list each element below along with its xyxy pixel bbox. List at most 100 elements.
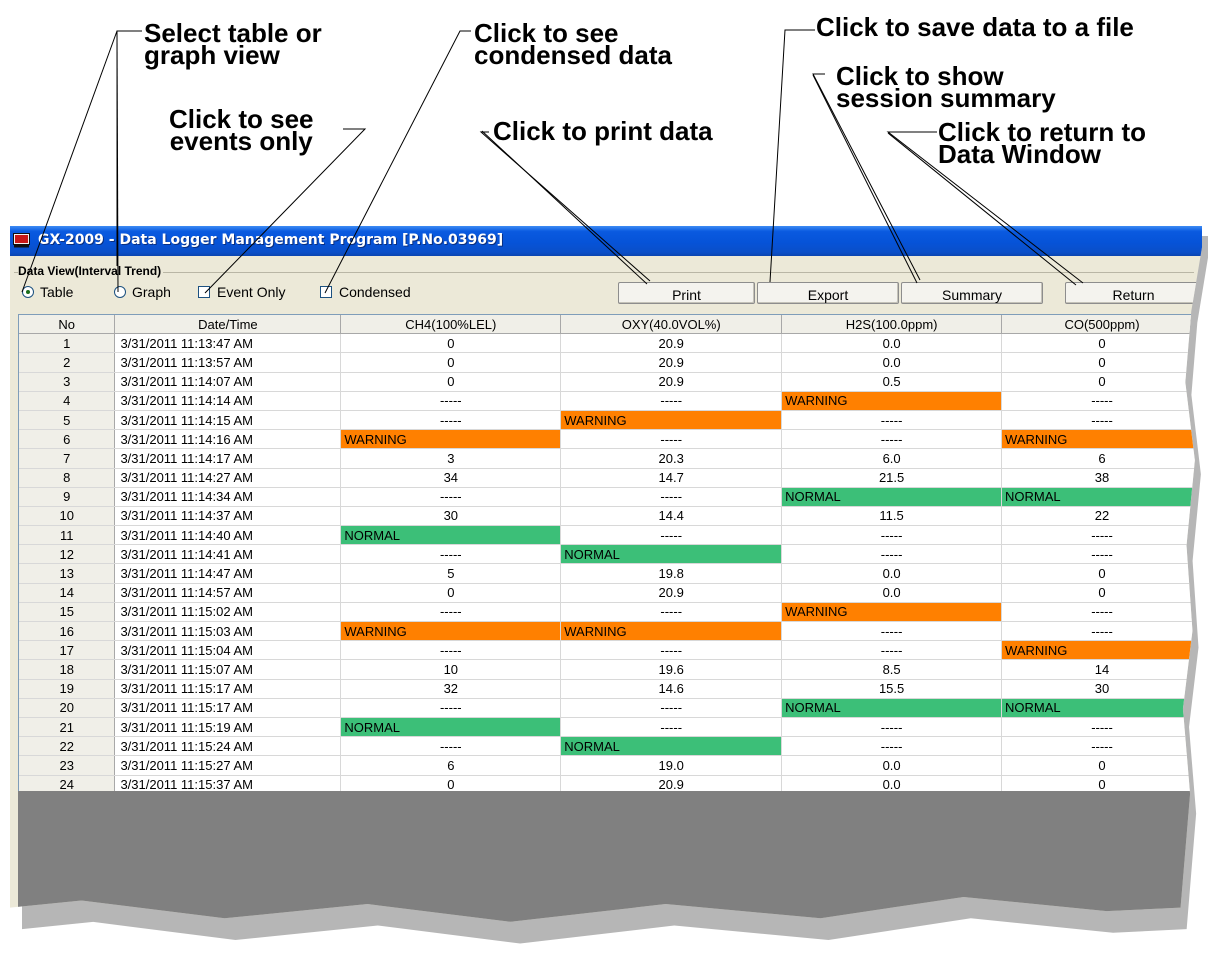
reading-cell: 0.0 bbox=[781, 583, 1003, 603]
datetime-cell: 3/31/2011 11:14:41 AM bbox=[114, 544, 342, 565]
table-row[interactable]: 1 3/31/2011 11:13:47 AM 0 20.9 0.0 0 bbox=[19, 333, 1202, 354]
row-number-cell: 16 bbox=[19, 621, 116, 642]
row-number-cell: 22 bbox=[19, 736, 116, 757]
table-row[interactable]: 11 3/31/2011 11:14:40 AM NORMAL ----- ----- -… bbox=[19, 525, 1202, 546]
reading-cell: WARNING bbox=[560, 621, 783, 642]
row-number-cell: 8 bbox=[19, 468, 116, 488]
graph-view-radio[interactable]: Graph bbox=[114, 284, 171, 300]
datetime-cell: 3/31/2011 11:15:04 AM bbox=[114, 640, 342, 661]
table-row[interactable]: 6 3/31/2011 11:14:16 AM WARNING ----- ----- W… bbox=[19, 429, 1202, 450]
table-row[interactable]: 24 3/31/2011 11:15:37 AM 0 20.9 0.0 0 bbox=[19, 775, 1202, 791]
export-button[interactable]: Export bbox=[757, 282, 899, 304]
return-button[interactable]: Return bbox=[1065, 282, 1202, 304]
reading-cell: WARNING bbox=[781, 391, 1003, 411]
reading-cell: NORMAL bbox=[560, 736, 783, 757]
reading-cell: 0.0 bbox=[781, 755, 1003, 776]
app-window: GX-2009 - Data Logger Management Program… bbox=[10, 226, 1202, 922]
reading-cell: 34 bbox=[340, 468, 562, 488]
table-view-label: Table bbox=[40, 284, 74, 300]
reading-cell: 0.0 bbox=[781, 333, 1003, 354]
column-header[interactable]: CO(500ppm) bbox=[1001, 315, 1202, 335]
table-row[interactable]: 12 3/31/2011 11:14:41 AM ----- NORMAL ----- -… bbox=[19, 544, 1202, 565]
reading-cell: ----- bbox=[1001, 602, 1202, 623]
reading-cell: ----- bbox=[560, 429, 783, 450]
reading-cell: WARNING bbox=[781, 602, 1003, 623]
reading-cell: 0 bbox=[1001, 372, 1202, 392]
reading-cell: NORMAL bbox=[560, 544, 783, 565]
reading-cell: 20.9 bbox=[560, 583, 783, 603]
table-row[interactable]: 5 3/31/2011 11:14:15 AM ----- WARNING ----- -… bbox=[19, 410, 1202, 431]
table-row[interactable]: 10 3/31/2011 11:14:37 AM 30 14.4 11.5 22 bbox=[19, 506, 1202, 527]
reading-cell: ----- bbox=[340, 736, 562, 757]
table-row[interactable]: 3 3/31/2011 11:14:07 AM 0 20.9 0.5 0 bbox=[19, 372, 1202, 392]
table-row[interactable]: 16 3/31/2011 11:15:03 AM WARNING WARNING ---… bbox=[19, 621, 1202, 642]
title-bar[interactable]: GX-2009 - Data Logger Management Program… bbox=[10, 226, 1202, 256]
table-row[interactable]: 23 3/31/2011 11:15:27 AM 6 19.0 0.0 0 bbox=[19, 755, 1202, 776]
condensed-checkbox[interactable]: Condensed bbox=[320, 284, 411, 300]
datetime-cell: 3/31/2011 11:14:27 AM bbox=[114, 468, 342, 488]
reading-cell: ----- bbox=[781, 621, 1003, 642]
reading-cell: WARNING bbox=[340, 621, 562, 642]
column-header[interactable]: Date/Time bbox=[114, 315, 342, 335]
table-row[interactable]: 17 3/31/2011 11:15:04 AM ----- ----- ----- WA… bbox=[19, 640, 1202, 661]
reading-cell: 20.9 bbox=[560, 372, 783, 392]
table-row[interactable]: 19 3/31/2011 11:15:17 AM 32 14.6 15.5 30 bbox=[19, 679, 1202, 699]
reading-cell: 6 bbox=[1001, 448, 1202, 469]
table-row[interactable]: 2 3/31/2011 11:13:57 AM 0 20.9 0.0 0 bbox=[19, 352, 1202, 373]
table-row[interactable]: 4 3/31/2011 11:14:14 AM ----- ----- WARNING -… bbox=[19, 391, 1202, 411]
event-only-checkbox[interactable]: Event Only bbox=[198, 284, 285, 300]
print-button[interactable]: Print bbox=[618, 282, 755, 304]
datetime-cell: 3/31/2011 11:14:15 AM bbox=[114, 410, 342, 431]
reading-cell: 20.9 bbox=[560, 352, 783, 373]
table-header-row: No Date/Time CH4(100%LEL) OXY(40.0VOL%) H2S(… bbox=[19, 315, 1202, 335]
table-row[interactable]: 15 3/31/2011 11:15:02 AM ----- ----- WARNING… bbox=[19, 602, 1202, 623]
reading-cell: WARNING bbox=[560, 410, 783, 431]
graph-view-label: Graph bbox=[132, 284, 171, 300]
callout-events-only: Click to see events only bbox=[169, 104, 314, 156]
reading-cell: 0 bbox=[340, 372, 562, 392]
row-number-cell: 7 bbox=[19, 448, 116, 469]
column-header[interactable]: No bbox=[19, 315, 116, 335]
reading-cell: 19.8 bbox=[560, 563, 783, 584]
reading-cell: ----- bbox=[560, 391, 783, 411]
radio-unselected-icon bbox=[114, 286, 126, 298]
table-view-radio[interactable]: Table bbox=[22, 284, 73, 300]
row-number-cell: 4 bbox=[19, 391, 116, 411]
table-row[interactable]: 20 3/31/2011 11:15:17 AM ----- ----- NORMAL N… bbox=[19, 698, 1202, 718]
reading-cell: ----- bbox=[1001, 525, 1202, 546]
table-row[interactable]: 22 3/31/2011 11:15:24 AM ----- NORMAL ----- -… bbox=[19, 736, 1202, 757]
reading-cell: ----- bbox=[781, 736, 1003, 757]
row-number-cell: 2 bbox=[19, 352, 116, 373]
reading-cell: ----- bbox=[560, 717, 783, 738]
datetime-cell: 3/31/2011 11:13:47 AM bbox=[114, 333, 342, 354]
data-grid[interactable]: No Date/Time CH4(100%LEL) OXY(40.0VOL%) H2S(… bbox=[18, 314, 1202, 791]
reading-cell: ----- bbox=[340, 487, 562, 507]
data-table: No Date/Time CH4(100%LEL) OXY(40.0VOL%) H2S(… bbox=[19, 315, 1202, 791]
column-header[interactable]: CH4(100%LEL) bbox=[340, 315, 562, 335]
table-row[interactable]: 8 3/31/2011 11:14:27 AM 34 14.7 21.5 38 bbox=[19, 468, 1202, 488]
table-row[interactable]: 9 3/31/2011 11:14:34 AM ----- ----- NORMAL NO… bbox=[19, 487, 1202, 507]
table-row[interactable]: 21 3/31/2011 11:15:19 AM NORMAL ----- ----- -… bbox=[19, 717, 1202, 738]
table-row[interactable]: 14 3/31/2011 11:14:57 AM 0 20.9 0.0 0 bbox=[19, 583, 1202, 603]
reading-cell: 0.0 bbox=[781, 352, 1003, 373]
row-number-cell: 11 bbox=[19, 525, 116, 546]
column-header[interactable]: H2S(100.0ppm) bbox=[781, 315, 1003, 335]
datetime-cell: 3/31/2011 11:14:17 AM bbox=[114, 448, 342, 469]
table-row[interactable]: 7 3/31/2011 11:14:17 AM 3 20.3 6.0 6 bbox=[19, 448, 1202, 469]
row-number-cell: 1 bbox=[19, 333, 116, 354]
callout-condensed: Click to see condensed data bbox=[474, 18, 672, 70]
reading-cell: 8.5 bbox=[781, 659, 1003, 680]
reading-cell: ----- bbox=[560, 602, 783, 623]
table-row[interactable]: 18 3/31/2011 11:15:07 AM 10 19.6 8.5 14 bbox=[19, 659, 1202, 680]
reading-cell: 6 bbox=[340, 755, 562, 776]
reading-cell: ----- bbox=[1001, 736, 1202, 757]
table-row[interactable]: 13 3/31/2011 11:14:47 AM 5 19.8 0.0 0 bbox=[19, 563, 1202, 584]
column-header[interactable]: OXY(40.0VOL%) bbox=[560, 315, 783, 335]
callout-return: Click to return to Data Window bbox=[938, 117, 1147, 169]
reading-cell: 19.6 bbox=[560, 659, 783, 680]
datetime-cell: 3/31/2011 11:13:57 AM bbox=[114, 352, 342, 373]
summary-button[interactable]: Summary bbox=[901, 282, 1043, 304]
reading-cell: 22 bbox=[1001, 506, 1202, 527]
reading-cell: 0 bbox=[1001, 775, 1202, 791]
callout-print: Click to print data bbox=[493, 116, 713, 146]
